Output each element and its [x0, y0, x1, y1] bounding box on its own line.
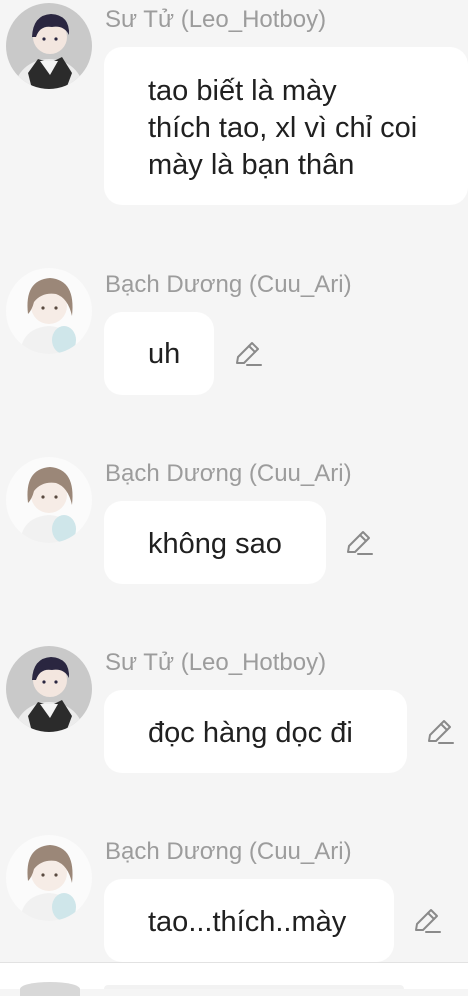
sender-name: Bạch Dương (Cuu_Ari) [105, 460, 352, 487]
ari-avatar[interactable] [6, 835, 92, 921]
next-bubble-peek [104, 985, 404, 989]
message-line: thích tao, xl vì chỉ coi [148, 112, 418, 144]
next-avatar-peek [20, 982, 80, 996]
sender-name: Sư Tử (Leo_Hotboy) [105, 649, 327, 676]
avatar-image [6, 457, 92, 543]
message-bubble[interactable]: tao...thích..mày [104, 879, 394, 962]
message-bubble[interactable]: uh [104, 312, 214, 395]
pencil-icon[interactable] [233, 339, 263, 369]
pencil-icon[interactable] [344, 528, 374, 558]
leo-avatar[interactable] [6, 3, 92, 89]
message-line: mày là bạn thân [148, 149, 355, 181]
message-bubble[interactable]: tao biết là mày thích tao, xl vì chỉ coi… [104, 47, 468, 205]
message-line: uh [148, 338, 181, 370]
message-line: đọc hàng dọc đi [148, 717, 353, 749]
avatar-image [6, 646, 92, 732]
message-line: tao biết là mày [148, 75, 337, 107]
sender-name: Sư Tử (Leo_Hotboy) [105, 6, 327, 33]
sender-name: Bạch Dương (Cuu_Ari) [105, 271, 352, 298]
message-bubble[interactable]: đọc hàng dọc đi [104, 690, 407, 773]
avatar-image [6, 268, 92, 354]
message-line: tao...thích..mày [148, 906, 347, 938]
leo-avatar[interactable] [6, 646, 92, 732]
message-bubble[interactable]: không sao [104, 501, 326, 584]
sender-name: Bạch Dương (Cuu_Ari) [105, 838, 352, 865]
avatar-image [6, 835, 92, 921]
pencil-icon[interactable] [425, 717, 455, 747]
ari-avatar[interactable] [6, 457, 92, 543]
message-line: không sao [148, 528, 282, 560]
pencil-icon[interactable] [412, 906, 442, 936]
ari-avatar[interactable] [6, 268, 92, 354]
avatar-image [6, 3, 92, 89]
